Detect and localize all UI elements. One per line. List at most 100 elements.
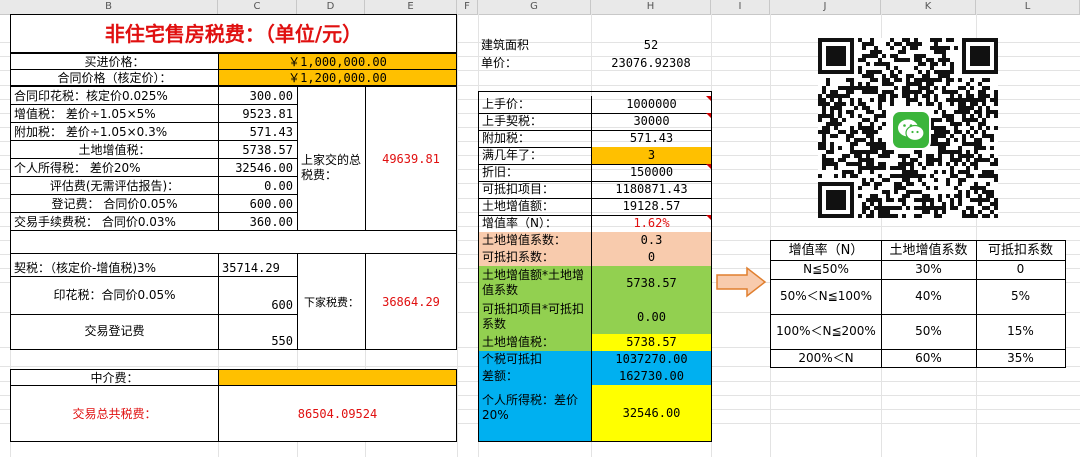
qr-module (866, 126, 870, 130)
qr-module (850, 174, 854, 178)
qr-module (822, 162, 826, 166)
purchase-price-value[interactable]: ￥1,000,000.00 (218, 53, 457, 70)
qr-module (878, 102, 882, 106)
column-header-l[interactable]: L (976, 0, 1080, 14)
deed-tax-value[interactable]: 35714.29 (218, 253, 298, 277)
qr-module (930, 154, 934, 158)
area-value[interactable]: 52 (591, 38, 711, 54)
rate-table-cell[interactable]: 5% (976, 279, 1065, 315)
rate-table-cell[interactable]: 30% (881, 260, 977, 280)
qr-module (822, 90, 826, 94)
calc-value[interactable]: 0 (591, 249, 711, 267)
grand-total-value[interactable]: 86504.09524 (218, 385, 457, 442)
calc-value[interactable]: 32546.00 (591, 385, 711, 441)
qr-module (858, 186, 862, 190)
column-header-h[interactable]: H (591, 0, 711, 14)
qr-module (990, 210, 994, 214)
calc-value[interactable]: 0.00 (591, 300, 711, 335)
seller-row-value[interactable]: 32546.00 (218, 158, 298, 177)
rate-table-cell[interactable]: 40% (881, 279, 977, 315)
rate-table-cell[interactable]: 60% (881, 349, 977, 367)
contract-price-value[interactable]: ￥1,200,000.00 (218, 69, 457, 86)
qr-module (982, 122, 986, 126)
calc-value[interactable]: 1000000 (591, 96, 711, 114)
rate-table-cell[interactable]: 0 (976, 260, 1065, 280)
seller-row-value[interactable]: 0.00 (218, 176, 298, 195)
column-header-k[interactable]: K (881, 0, 976, 14)
qr-module (954, 174, 958, 178)
rate-table-cell[interactable]: 50%＜N≦100% (771, 279, 882, 315)
seller-row-value[interactable]: 300.00 (218, 86, 298, 105)
column-header-g[interactable]: G (478, 0, 591, 14)
calc-value[interactable]: 571.43 (591, 130, 711, 148)
calc-label: 个税可抵扣 (479, 351, 591, 369)
calc-value[interactable]: 30000 (591, 113, 711, 131)
rate-table-header: 土地增值系数 (881, 241, 977, 261)
column-header-c[interactable]: C (218, 0, 297, 14)
qr-module (894, 86, 898, 90)
calc-value[interactable]: 162730.00 (591, 368, 711, 386)
qr-module (858, 114, 862, 118)
calc-value[interactable]: 150000 (591, 164, 711, 182)
calc-value[interactable]: 1.62% (591, 215, 711, 233)
calc-value[interactable]: 5738.57 (591, 266, 711, 301)
qr-module (830, 98, 834, 102)
calc-value[interactable]: 1180871.43 (591, 181, 711, 199)
qr-module (906, 78, 910, 82)
qr-module (882, 206, 886, 210)
qr-module (990, 154, 994, 158)
qr-module (882, 162, 886, 166)
qr-module (946, 114, 950, 118)
qr-module (846, 162, 850, 166)
calc-label: 可抵扣项目： (479, 181, 591, 199)
rate-table-cell[interactable]: 35% (976, 349, 1065, 367)
unit-price-value[interactable]: 23076.92308 (591, 56, 711, 72)
qr-module (938, 118, 942, 122)
calc-value[interactable]: 0.3 (591, 232, 711, 250)
qr-module (898, 78, 902, 82)
qr-module (898, 174, 902, 178)
years-held-value[interactable]: 3 (591, 147, 711, 165)
column-header-b[interactable]: B (0, 0, 218, 14)
qr-module (926, 74, 930, 78)
qr-module (938, 102, 942, 106)
seller-row-value[interactable]: 571.43 (218, 122, 298, 141)
qr-module (862, 126, 866, 130)
qr-module (882, 214, 886, 218)
qr-module (858, 170, 862, 174)
seller-row-value[interactable]: 9523.81 (218, 104, 298, 123)
column-header-d[interactable]: D (297, 0, 365, 14)
calc-value[interactable]: 19128.57 (591, 198, 711, 216)
qr-module (870, 38, 874, 42)
qr-module (830, 114, 834, 118)
upper-total-value[interactable]: 49639.81 (365, 86, 457, 231)
calc-value[interactable]: 5738.57 (591, 334, 711, 352)
agency-fee-value[interactable] (218, 369, 457, 386)
qr-module (922, 62, 926, 66)
qr-module (914, 66, 918, 70)
rate-table-cell[interactable]: N≦50% (771, 260, 882, 280)
rate-table-cell[interactable]: 200%＜N (771, 349, 882, 367)
qr-module (878, 210, 882, 214)
column-header-i[interactable]: I (711, 0, 770, 14)
qr-module (878, 126, 882, 130)
lower-total-value[interactable]: 36864.29 (365, 253, 457, 350)
column-header-f[interactable]: F (457, 0, 478, 14)
seller-row-value[interactable]: 5738.57 (218, 140, 298, 159)
column-header-j[interactable]: J (770, 0, 881, 14)
column-header-e[interactable]: E (365, 0, 457, 14)
rate-table-cell[interactable]: 100%＜N≦200% (771, 314, 882, 350)
rate-table-cell[interactable]: 15% (976, 314, 1065, 350)
unit-price-label: 单价： (481, 56, 518, 70)
qr-module (862, 158, 866, 162)
qr-module (906, 38, 910, 42)
seller-row-value[interactable]: 600.00 (218, 194, 298, 213)
qr-module (946, 78, 950, 82)
stamp-tax-value[interactable]: 600 (218, 276, 298, 315)
lower-total-label: 下家税费： (297, 253, 366, 350)
calc-value[interactable]: 1037270.00 (591, 351, 711, 369)
seller-row-value[interactable]: 360.00 (218, 212, 298, 231)
rate-table-cell[interactable]: 50% (881, 314, 977, 350)
registration-value[interactable]: 550 (218, 314, 298, 350)
qr-module (826, 162, 830, 166)
